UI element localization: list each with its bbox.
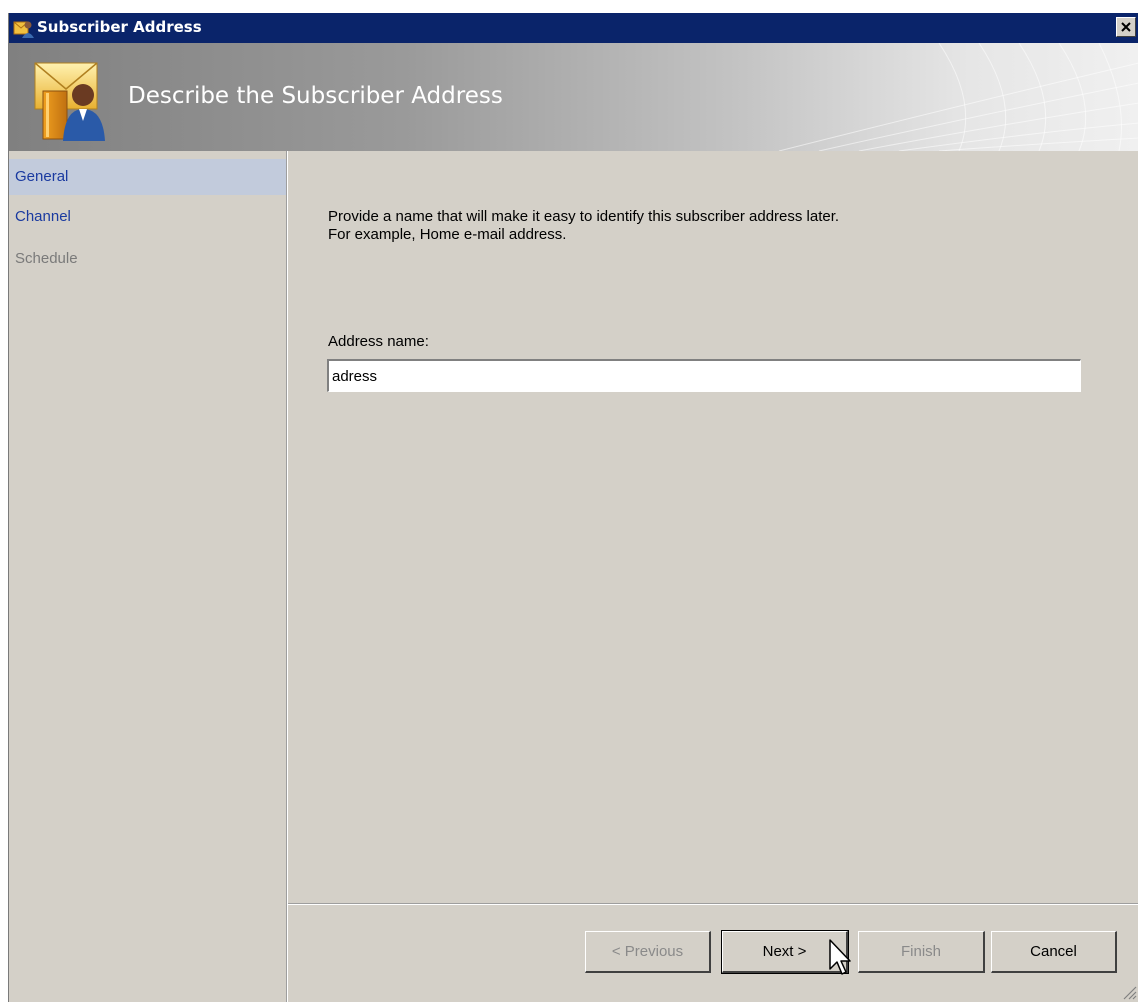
wizard-nav: General Channel Schedule — [9, 151, 286, 1002]
address-name-input[interactable] — [327, 359, 1081, 392]
finish-button[interactable]: Finish — [858, 931, 985, 973]
mouse-cursor-icon — [829, 939, 851, 975]
nav-item-channel[interactable]: Channel — [9, 197, 286, 237]
instruction-line-1: Provide a name that will make it easy to… — [328, 208, 840, 225]
page-title: Describe the Subscriber Address — [128, 83, 503, 109]
subscriber-envelope-person-icon — [34, 62, 105, 141]
close-icon — [1121, 22, 1131, 32]
instruction-line-2: For example, Home e-mail address. — [328, 226, 567, 243]
instructions-text: Provide a name that will make it easy to… — [328, 208, 1088, 244]
subscriber-address-dialog: Subscriber Address Describe the Subscrib… — [8, 13, 1138, 1002]
content-pane: Provide a name that will make it easy to… — [288, 151, 1138, 911]
nav-item-schedule: Schedule — [15, 250, 78, 267]
previous-button[interactable]: < Previous — [585, 931, 711, 973]
nav-item-general[interactable]: General — [9, 159, 286, 195]
banner-decoration — [778, 43, 1138, 151]
cancel-button[interactable]: Cancel — [991, 931, 1117, 973]
address-name-label: Address name: — [328, 333, 429, 350]
footer-divider — [288, 903, 1138, 905]
resize-grip-icon[interactable] — [1121, 984, 1137, 1000]
subscriber-address-icon — [13, 21, 34, 38]
window-title: Subscriber Address — [37, 18, 202, 36]
close-button[interactable] — [1116, 17, 1136, 37]
header-banner: Describe the Subscriber Address — [9, 43, 1138, 151]
title-bar: Subscriber Address — [9, 13, 1138, 43]
